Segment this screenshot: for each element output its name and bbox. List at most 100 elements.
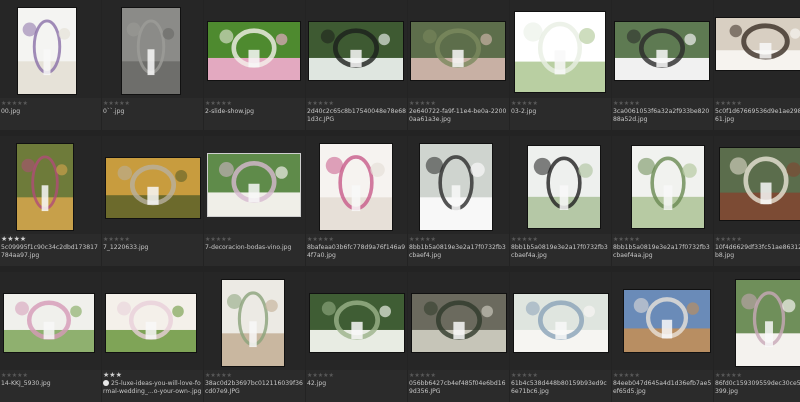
thumbnail-cell[interactable]: ★★★★★ 14-KKJ_5930.jpg <box>0 272 101 402</box>
thumbnail-image[interactable] <box>310 294 404 352</box>
thumbnail-frame[interactable] <box>510 272 611 370</box>
thumbnail-image[interactable] <box>632 146 704 228</box>
star-rating[interactable]: ★★★★★ <box>511 372 538 379</box>
thumbnail-cell[interactable]: ★★★★★ 3ca0061053f6a32a2f933be82088a52d.jp… <box>612 0 713 130</box>
thumbnail-image[interactable] <box>420 144 492 230</box>
thumbnail-cell[interactable]: ★★★★★ 42.jpg <box>306 272 407 402</box>
thumbnail-cell[interactable]: ★★★★★ 61b4c538d448b80159b93ed9c6e71bc6.jp… <box>510 272 611 402</box>
thumbnail-frame[interactable] <box>204 272 305 370</box>
thumbnail-image[interactable] <box>412 294 506 352</box>
star-rating[interactable]: ★★★★★ <box>1 372 28 379</box>
star-rating[interactable]: ★★★★★ <box>511 100 538 107</box>
thumbnail-cell[interactable]: ★★★★★ 38ac0d2b3697bc012116039f36cd07e9.JP… <box>204 272 305 402</box>
thumbnail-frame[interactable] <box>714 136 800 234</box>
thumbnail-frame[interactable] <box>510 136 611 234</box>
thumbnail-frame[interactable] <box>204 136 305 234</box>
star-rating[interactable]: ★★★★★ <box>103 100 130 107</box>
thumbnail-image[interactable] <box>716 18 800 70</box>
thumbnail-image[interactable] <box>208 154 300 216</box>
file-name: 2d40c2c65c8b17540048e78e681d3c.JPG <box>307 108 406 124</box>
thumbnail-image[interactable] <box>122 8 180 94</box>
thumbnail-image[interactable] <box>624 290 710 352</box>
thumbnail-frame[interactable] <box>408 0 509 98</box>
thumbnail-frame[interactable] <box>102 272 203 370</box>
thumbnail-image[interactable] <box>514 294 608 352</box>
thumbnail-frame[interactable] <box>612 272 713 370</box>
thumbnail-image[interactable] <box>411 22 505 80</box>
thumbnail-frame[interactable] <box>0 0 101 98</box>
thumbnail-cell[interactable]: ★★★ 25-luxe-ideas-you-will-love-formal-we… <box>102 272 203 402</box>
thumbnail-image[interactable] <box>208 22 300 80</box>
thumbnail-cell[interactable]: ★★★★★ 7_1220633.jpg <box>102 136 203 266</box>
thumbnail-frame[interactable] <box>510 0 611 98</box>
star-rating[interactable]: ★★★★★ <box>307 372 334 379</box>
star-rating[interactable]: ★★★★ <box>1 236 26 243</box>
star-rating[interactable]: ★★★★★ <box>307 100 334 107</box>
thumbnail-cell[interactable]: ★★★★★ 8bb1b5a0819e3e2a17f0732fb3cbaef4.jp… <box>408 136 509 266</box>
star-rating[interactable]: ★★★★★ <box>409 100 436 107</box>
thumbnail-frame[interactable] <box>204 0 305 98</box>
thumbnail-frame[interactable] <box>408 136 509 234</box>
thumbnail-image[interactable] <box>106 294 196 352</box>
thumbnail-cell[interactable]: ★★★★★10f4d6629df33fc51ae86312dd8b8.jpg <box>714 136 800 266</box>
thumbnail-cell[interactable]: ★★★★★ 056bb6427cb4ef485f04e6bd169d356.JPG <box>408 272 509 402</box>
thumbnail-cell[interactable]: ★★★★ 5c09995f1c90c34c2dbd173817784aa97.jp… <box>0 136 101 266</box>
star-rating[interactable]: ★★★★★ <box>205 100 232 107</box>
thumbnail-frame[interactable] <box>714 0 800 98</box>
thumbnail-cell[interactable]: ★★★★★ 2-slide-show.jpg <box>204 0 305 130</box>
thumbnail-frame[interactable] <box>102 136 203 234</box>
star-rating[interactable]: ★★★★★ <box>715 372 742 379</box>
thumbnail-cell[interactable]: ★★★★★ 7-decoracion-bodas-vino.jpg <box>204 136 305 266</box>
thumbnail-image[interactable] <box>615 22 709 80</box>
star-rating[interactable]: ★★★★★ <box>715 100 742 107</box>
thumbnail-cell[interactable]: ★★★★★ 03-2.jpg <box>510 0 611 130</box>
star-rating[interactable]: ★★★★★ <box>1 100 28 107</box>
star-rating[interactable]: ★★★★★ <box>613 100 640 107</box>
thumbnail-frame[interactable] <box>306 272 407 370</box>
star-rating[interactable]: ★★★★★ <box>409 236 436 243</box>
thumbnail-image[interactable] <box>309 22 403 80</box>
thumbnail-frame[interactable] <box>612 136 713 234</box>
thumbnail-cell[interactable]: ★★★★★ 2d40c2c65c8b17540048e78e681d3c.JPG <box>306 0 407 130</box>
star-rating[interactable]: ★★★★★ <box>613 372 640 379</box>
thumbnail-frame[interactable] <box>714 272 800 370</box>
thumbnail-cell[interactable]: ★★★★★ 8bafeaa03b6fc778d9a76f146a94f7a0.jp… <box>306 136 407 266</box>
star-rating[interactable]: ★★★★★ <box>205 236 232 243</box>
thumbnail-frame[interactable] <box>0 136 101 234</box>
thumbnail-cell[interactable]: ★★★★★ 8bb1b5a0819e3e2a17f0732fb3cbaef4aa.… <box>612 136 713 266</box>
thumbnail-cell[interactable]: ★★★★★ 2e640722-fa9f-11e4-be0a-22000aa61a3… <box>408 0 509 130</box>
star-rating[interactable]: ★★★★★ <box>613 236 640 243</box>
file-name-text: 5c09995f1c90c34c2dbd173817784aa97.jpg <box>1 244 98 259</box>
star-rating[interactable]: ★★★★★ <box>205 372 232 379</box>
thumbnail-cell[interactable]: ★★★★★ 00.jpg <box>0 0 101 130</box>
thumbnail-image[interactable] <box>320 144 392 230</box>
thumbnail-image[interactable] <box>222 280 284 366</box>
thumbnail-frame[interactable] <box>102 0 203 98</box>
thumbnail-image[interactable] <box>528 146 600 228</box>
file-name-text: 61b4c538d448b80159b93ed9c6e71bc6.jpg <box>511 380 607 395</box>
thumbnail-image[interactable] <box>4 294 94 352</box>
thumbnail-image[interactable] <box>736 280 800 366</box>
thumbnail-cell[interactable]: ★★★★★ 84eeb047d645a4d1d36efb7ae5ef65d5.jp… <box>612 272 713 402</box>
star-rating[interactable]: ★★★★★ <box>307 236 334 243</box>
thumbnail-frame[interactable] <box>306 136 407 234</box>
thumbnail-image[interactable] <box>720 148 800 220</box>
star-rating[interactable]: ★★★★★ <box>103 236 130 243</box>
thumbnail-frame[interactable] <box>0 272 101 370</box>
thumbnail-image[interactable] <box>17 144 73 230</box>
thumbnail-frame[interactable] <box>306 0 407 98</box>
thumbnail-cell[interactable]: ★★★★★ 0``.jpg <box>102 0 203 130</box>
star-rating[interactable]: ★★★★★ <box>511 236 538 243</box>
star-rating[interactable]: ★★★★★ <box>409 372 436 379</box>
star-rating[interactable]: ★★★★★ <box>715 236 742 243</box>
thumbnail-image[interactable] <box>515 12 605 92</box>
star-rating[interactable]: ★★★ <box>103 372 122 379</box>
file-name: 2e640722-fa9f-11e4-be0a-22000aa61a3e.jpg <box>409 108 508 124</box>
thumbnail-cell[interactable]: ★★★★★ 8bb1b5a0819e3e2a17f0732fb3cbaef4a.j… <box>510 136 611 266</box>
thumbnail-frame[interactable] <box>612 0 713 98</box>
thumbnail-image[interactable] <box>106 158 200 218</box>
thumbnail-frame[interactable] <box>408 272 509 370</box>
thumbnail-image[interactable] <box>18 8 76 94</box>
thumbnail-cell[interactable]: ★★★★★86fd0c159309559dec30ce5fc9c399.jpg <box>714 272 800 402</box>
thumbnail-cell[interactable]: ★★★★★5c0f1d67669536d9e1ae29835961.jpg <box>714 0 800 130</box>
